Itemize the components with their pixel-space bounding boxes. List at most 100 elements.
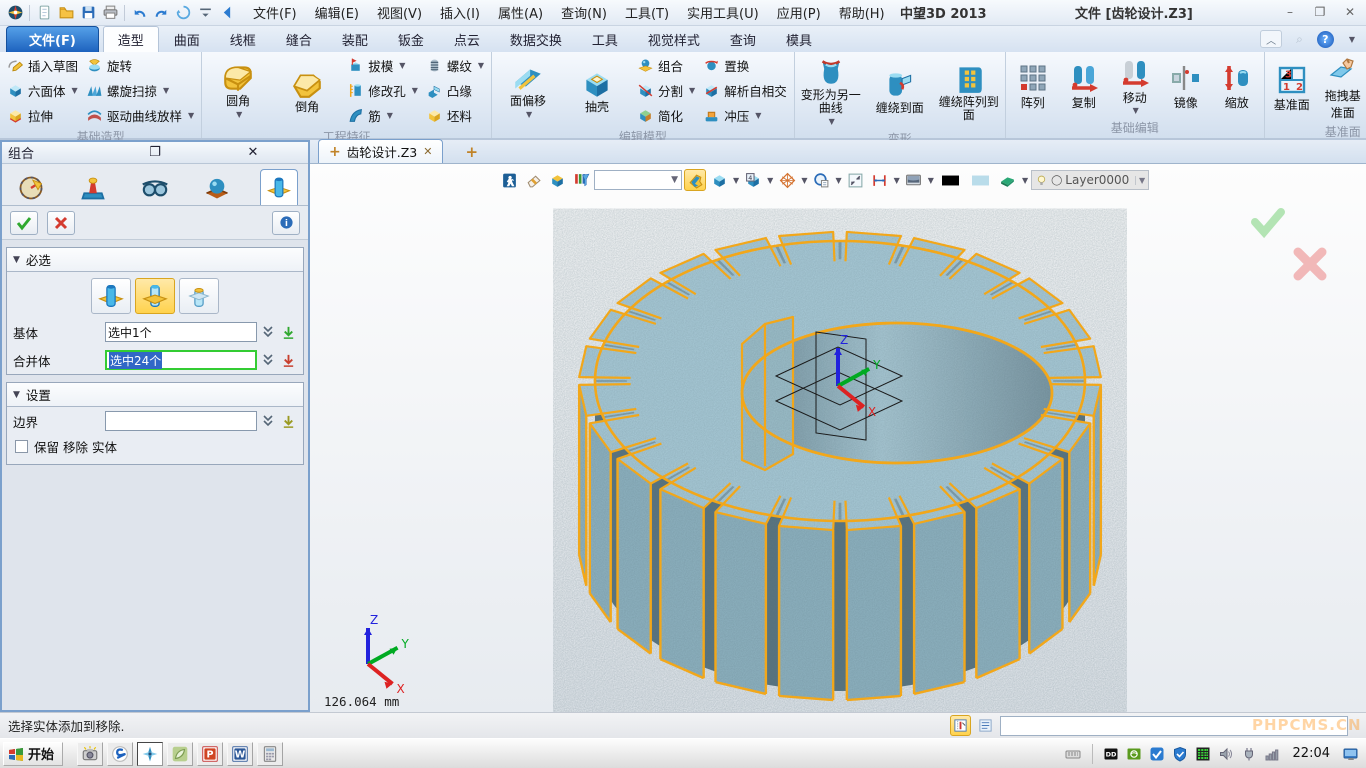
ribbon-tab-造型[interactable]: 造型 — [103, 26, 159, 52]
erase-button[interactable] — [522, 169, 544, 191]
chevron-double-down-icon[interactable] — [261, 323, 275, 341]
selection-filter-button[interactable] — [570, 169, 592, 191]
panel-restore-icon[interactable]: ❐ — [106, 146, 204, 160]
dropdown-arrow-icon[interactable]: ▼ — [526, 108, 532, 121]
undo-button[interactable] — [128, 3, 150, 23]
boolean-remove-button[interactable] — [135, 278, 175, 314]
nvidia-tray-icon[interactable] — [1126, 745, 1143, 762]
collapse-ribbon-button[interactable]: ︿ — [1260, 30, 1282, 48]
cancel-button[interactable] — [47, 211, 75, 235]
dropdown-arrow-icon[interactable]: ▼ — [1022, 176, 1028, 185]
button-阵列[interactable]: 阵列 — [1011, 60, 1055, 113]
dropdown-arrow-icon[interactable]: ▼ — [894, 176, 900, 185]
new-tab-button[interactable]: + — [457, 143, 486, 163]
dropdown-arrow-icon[interactable]: ▼ — [163, 86, 169, 95]
button-冲压[interactable]: 冲压▼ — [701, 105, 789, 126]
zoom-window-button[interactable] — [810, 169, 832, 191]
qq-tray-icon[interactable] — [1149, 745, 1166, 762]
tray-clock[interactable]: 22:04 — [1287, 746, 1336, 761]
dropdown-arrow-icon[interactable]: ▼ — [829, 115, 835, 128]
button-分割[interactable]: 分割▼ — [635, 80, 697, 101]
security-tray-icon[interactable] — [1172, 745, 1189, 762]
dropdown-arrow-icon[interactable]: ▼ — [928, 176, 934, 185]
ribbon-tab-曲面[interactable]: 曲面 — [159, 26, 215, 52]
button-坯料[interactable]: 坯料 — [424, 105, 486, 126]
button-驱动曲线放样[interactable]: 驱动曲线放样▼ — [84, 105, 196, 126]
ribbon-tab-模具[interactable]: 模具 — [771, 26, 827, 52]
button-变形为另一曲线[interactable]: 变形为另一曲线▼ — [800, 53, 862, 130]
calculator-button[interactable] — [257, 742, 283, 766]
panel-tab-stamp-feature[interactable] — [74, 169, 112, 205]
dropdown-arrow-icon[interactable]: ▼ — [1135, 176, 1145, 185]
driver-tray-icon[interactable] — [1195, 745, 1212, 762]
word-button[interactable]: W — [227, 742, 253, 766]
menu-实用工具(U)[interactable]: 实用工具(U) — [678, 2, 768, 24]
button-倒角[interactable]: 倒角 — [276, 65, 338, 116]
zw3d-app-button[interactable] — [137, 742, 163, 766]
save-button[interactable] — [77, 3, 99, 23]
tab-close-icon[interactable]: ✕ — [423, 145, 432, 158]
dropdown-arrow-icon[interactable]: ▼ — [1133, 106, 1139, 115]
panel-tab-combine-shape[interactable] — [260, 169, 298, 205]
ribbon-tab-钣金[interactable]: 钣金 — [383, 26, 439, 52]
wireframe-mode-button[interactable] — [776, 169, 798, 191]
button-缠绕到面[interactable]: 缠绕到面 — [869, 66, 931, 117]
dropdown-arrow-icon[interactable]: ▼ — [399, 61, 405, 70]
document-tab[interactable]: + 齿轮设计.Z3 ✕ — [318, 139, 443, 163]
print-button[interactable] — [99, 3, 121, 23]
boundary-input[interactable] — [105, 411, 257, 431]
dropdown-arrow-icon[interactable]: ▼ — [478, 61, 484, 70]
network-tray-icon[interactable] — [1264, 745, 1281, 762]
menu-文件(F)[interactable]: 文件(F) — [244, 2, 306, 24]
spin-view-button[interactable] — [172, 3, 194, 23]
menu-插入(I)[interactable]: 插入(I) — [431, 2, 489, 24]
start-button[interactable]: 开始 — [3, 742, 63, 766]
button-缠绕阵列到面[interactable]: 缠绕阵列到面 — [938, 60, 1000, 124]
button-移动[interactable]: 移动▼ — [1113, 55, 1157, 117]
restore-button[interactable]: ❐ — [1310, 3, 1330, 21]
button-缩放[interactable]: 缩放 — [1215, 60, 1259, 113]
menu-查询(N)[interactable]: 查询(N) — [552, 2, 616, 24]
browser-s-button[interactable] — [107, 742, 133, 766]
button-修改孔[interactable]: 修改孔▼ — [345, 80, 420, 101]
button-镜像[interactable]: 镜像 — [1164, 60, 1208, 113]
button-旋转[interactable]: 旋转 — [84, 55, 196, 76]
ribbon-tab-线框[interactable]: 线框 — [215, 26, 271, 52]
button-螺纹[interactable]: 螺纹▼ — [424, 55, 486, 76]
button-基准面[interactable]: 312基准面 — [1270, 62, 1314, 115]
keyboard-tray-icon[interactable] — [1065, 745, 1082, 762]
button-置换[interactable]: 置换 — [701, 55, 789, 76]
ribbon-tab-装配[interactable]: 装配 — [327, 26, 383, 52]
redo-button[interactable] — [150, 3, 172, 23]
zoom-fit-button[interactable] — [845, 169, 867, 191]
minimize-button[interactable]: – — [1280, 3, 1300, 21]
layer-combo[interactable]: ◯Layer0000▼ — [1031, 170, 1149, 190]
volume-tray-icon[interactable] — [1218, 745, 1235, 762]
panel-close-icon[interactable]: ✕ — [204, 146, 302, 160]
ribbon-tab-查询[interactable]: 查询 — [715, 26, 771, 52]
button-拖拽基准面[interactable]: 拖拽基准面 — [1321, 53, 1365, 123]
boolean-add-button[interactable] — [91, 278, 131, 314]
background-black-button[interactable] — [937, 169, 965, 191]
keep-remove-checkbox[interactable] — [15, 440, 28, 453]
file-tab[interactable]: 文件(F) — [6, 26, 99, 52]
boolean-intersect-button[interactable] — [179, 278, 219, 314]
new-file-button[interactable] — [33, 3, 55, 23]
command-list-icon[interactable] — [975, 715, 996, 736]
panel-tab-glasses-visual[interactable] — [136, 169, 174, 205]
back-button[interactable] — [216, 3, 238, 23]
standard-view-button[interactable] — [708, 169, 730, 191]
button-简化[interactable]: 简化 — [635, 105, 697, 126]
show-desktop-icon[interactable] — [1342, 745, 1359, 762]
dropdown-arrow-icon[interactable]: ▼ — [72, 86, 78, 95]
dropdown-arrow-icon[interactable]: ▼ — [835, 176, 841, 185]
button-筋[interactable]: 筋▼ — [345, 105, 420, 126]
panel-tab-history-gauge[interactable] — [12, 169, 50, 205]
button-解析自相交[interactable]: 解析自相交 — [701, 80, 789, 101]
pick-from-list-icon-green[interactable] — [279, 323, 297, 341]
ribbon-tab-工具[interactable]: 工具 — [577, 26, 633, 52]
dropdown-arrow-icon[interactable]: ▼ — [387, 111, 393, 120]
cancel-overlay-icon[interactable] — [1298, 252, 1322, 276]
power-tray-icon[interactable] — [1241, 745, 1258, 762]
menu-编辑(E)[interactable]: 编辑(E) — [306, 2, 368, 24]
